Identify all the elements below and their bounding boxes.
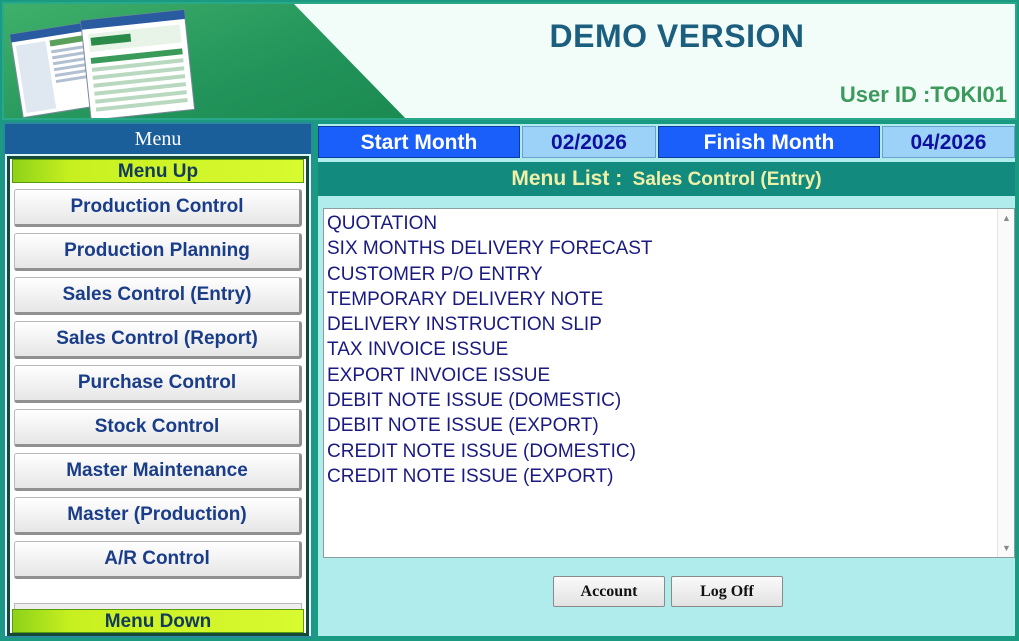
menu-up-button[interactable]: Menu Up [12,159,304,183]
sidebar-title: Menu [5,124,311,154]
app-title: DEMO VERSION [549,18,805,54]
menu-item-master-maintenance[interactable]: Master Maintenance [14,453,302,491]
menu-item-sales-control-report[interactable]: Sales Control (Report) [14,321,302,359]
period-row: Start Month 02/2026 Finish Month 04/2026 [318,124,1015,160]
menu-list-item[interactable]: DEBIT NOTE ISSUE (EXPORT) [327,413,1014,438]
menu-list-item[interactable]: EXPORT INVOICE ISSUE [327,363,1014,388]
sidebar: Menu Menu Up Production Control Producti… [3,122,313,638]
menu-list-item[interactable]: DELIVERY INSTRUCTION SLIP [327,312,1014,337]
menu-list-header: Menu List : Sales Control (Entry) [318,162,1015,196]
menu-item-purchase-control[interactable]: Purchase Control [14,365,302,403]
start-month-label: Start Month [318,126,520,158]
finish-month-label: Finish Month [658,126,880,158]
start-month-value: 02/2026 [522,126,656,158]
menu-list-label: Menu List : [511,167,623,190]
app-header: DEMO VERSION User ID :TOKI01 [2,2,1017,120]
scroll-up-icon[interactable]: ▲ [998,211,1014,225]
menu-list-item[interactable]: TEMPORARY DELIVERY NOTE [327,287,1014,312]
menu-list-item[interactable]: CREDIT NOTE ISSUE (EXPORT) [327,464,1014,489]
menu-list-item[interactable]: QUOTATION [327,211,1014,236]
software-screenshot-logo [9,9,196,118]
menu-item-production-control[interactable]: Production Control [14,189,302,227]
menu-list-item[interactable]: DEBIT NOTE ISSUE (DOMESTIC) [327,388,1014,413]
user-id-label: User ID :TOKI01 [839,82,1007,107]
menu-item-stock-control[interactable]: Stock Control [14,409,302,447]
menu-listbox[interactable]: QUOTATION SIX MONTHS DELIVERY FORECAST CUS… [323,208,1015,558]
menu-list-value: Sales Control (Entry) [632,169,822,190]
scroll-down-icon[interactable]: ▼ [998,541,1014,555]
menu-item-sales-control-entry[interactable]: Sales Control (Entry) [14,277,302,315]
menu-button-list: Menu Up Production Control Production Pl… [7,156,309,636]
finish-month-value: 04/2026 [882,126,1015,158]
account-button[interactable]: Account [553,576,665,607]
menu-list-item[interactable]: SIX MONTHS DELIVERY FORECAST [327,236,1014,261]
log-off-button[interactable]: Log Off [671,576,783,607]
listbox-scrollbar[interactable]: ▲ ▼ [997,209,1014,557]
menu-down-button[interactable]: Menu Down [12,609,304,633]
menu-list-item[interactable]: CUSTOMER P/O ENTRY [327,262,1014,287]
menu-item-production-planning[interactable]: Production Planning [14,233,302,271]
menu-list-item[interactable]: CREDIT NOTE ISSUE (DOMESTIC) [327,439,1014,464]
menu-item-master-production[interactable]: Master (Production) [14,497,302,535]
menu-listbox-items: QUOTATION SIX MONTHS DELIVERY FORECAST CUS… [324,209,1014,489]
menu-item-ar-control[interactable]: A/R Control [14,541,302,579]
main-panel: Start Month 02/2026 Finish Month 04/2026… [316,122,1017,638]
menu-list-item[interactable]: TAX INVOICE ISSUE [327,337,1014,362]
